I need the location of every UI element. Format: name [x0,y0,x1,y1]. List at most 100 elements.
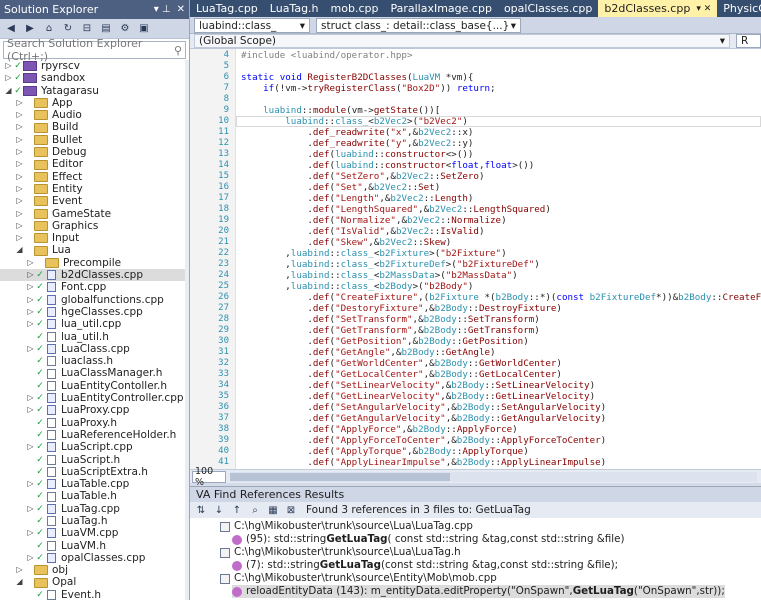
collapsed-arrow-icon[interactable]: ▷ [15,134,24,146]
code-line[interactable]: .def("GetPosition",&b2Body::GetPosition) [241,336,528,347]
expanded-arrow-icon[interactable]: ◢ [15,576,24,588]
code-line[interactable]: .def("GetAngle",&b2Body::GetAngle) [241,347,495,358]
code-line[interactable]: .def("LengthSquared",&b2Vec2::LengthSqua… [241,204,551,215]
va-result-reference[interactable]: (95): std::string GetLuaTag( const std::… [232,533,625,546]
code-line[interactable]: .def("SetLinearVelocity",&b2Body::SetLin… [241,380,595,391]
code-line[interactable]: .def("GetLinearVelocity",&b2Body::GetLin… [241,391,595,402]
code-line[interactable]: .def("Length",&b2Vec2::Length) [241,193,473,204]
tree-item[interactable]: ▷ ✓ sandbox [0,72,186,84]
tree-item[interactable]: ✓ LuaEntityContoller.h [0,380,186,392]
tree-item[interactable]: ▷ ✓ LuaTag.cpp [0,503,186,515]
tree-item[interactable]: ✓ LuaScriptExtra.h [0,466,186,478]
code-line[interactable]: .def("DestoryFixture",&b2Body::DestroyFi… [241,303,562,314]
tree-item[interactable]: ✓ LuaProxy.h [0,417,186,429]
collapsed-arrow-icon[interactable]: ▷ [26,404,35,416]
tree-item[interactable]: ▷ Entity [0,183,186,195]
tree-item[interactable]: ▷ Effect [0,171,186,183]
tree-item[interactable]: ✓ LuaTable.h [0,490,186,502]
collapsed-arrow-icon[interactable]: ▷ [26,503,35,515]
tree-item[interactable]: ▷ ✓ LuaTable.cpp [0,478,186,490]
code-line[interactable]: .def(luabind::constructor<float,float>()… [241,160,534,171]
tree-item[interactable]: ▷ GameState [0,208,186,220]
collapsed-arrow-icon[interactable]: ▷ [15,109,24,121]
code-line[interactable]: .def("GetWorldCenter",&b2Body::GetWorldC… [241,358,562,369]
tree-item[interactable]: ▷ ✓ globalfunctions.cpp [0,294,186,306]
va-result-reference[interactable]: (7): std::string GetLuaTag (const std::st… [232,559,618,572]
code-line[interactable]: .def("GetLocalCenter",&b2Body::GetLocalC… [241,369,562,380]
close-tab-icon[interactable]: ▾ ✕ [696,4,711,14]
expanded-arrow-icon[interactable]: ◢ [15,244,24,256]
va-result-file[interactable]: C:\hg\Mikobuster\trunk\source\Entity\Mob… [220,572,497,585]
tree-item[interactable]: ▷ ✓ opalClasses.cpp [0,552,186,564]
close-icon[interactable]: ✕ [177,4,185,15]
pin-icon[interactable]: ▾ ⊥ [154,4,171,15]
tree-item[interactable]: ▷ App [0,97,186,109]
code-line[interactable]: ,luabind::class_<b2Fixture>("b2Fixture") [241,248,506,259]
tree-item[interactable]: ✓ luaclass.h [0,355,186,367]
collapsed-arrow-icon[interactable]: ▷ [4,60,13,72]
code-line[interactable]: .def("ApplyTorque",&b2Body::ApplyTorque) [241,446,528,457]
code-line[interactable]: ,luabind::class_<b2FixtureDef>("b2Fixtur… [241,259,540,270]
tree-item[interactable]: ✓ LuaVM.h [0,540,186,552]
tree-item[interactable]: ▷ ✓ LuaScript.cpp [0,441,186,453]
tree-item[interactable]: ▷ ✓ LuaClass.cpp [0,343,186,355]
collapsed-arrow-icon[interactable]: ▷ [26,552,35,564]
document-tab[interactable]: LuaTag.h [264,0,325,17]
code-line[interactable]: .def("SetZero",&b2Vec2::SetZero) [241,171,484,182]
tree-item[interactable]: ▷ ✓ LuaProxy.cpp [0,404,186,416]
collapsed-arrow-icon[interactable]: ▷ [26,318,35,330]
va-result-reference[interactable]: reloadEntityData (143): m_entityData.edi… [232,585,725,598]
code-line[interactable]: ,luabind::class_<b2Body>("b2Body") [241,281,473,292]
tree-item[interactable]: ▷ ✓ rpyrscv [0,60,186,72]
tree-item[interactable]: ▷ Debug [0,146,186,158]
va-result-file[interactable]: C:\hg\Mikobuster\trunk\source\Lua\LuaTag… [220,520,473,533]
collapsed-arrow-icon[interactable]: ▷ [15,232,24,244]
next-reference-icon[interactable]: ↓ [212,503,226,517]
forward-icon[interactable]: ▶ [23,22,37,36]
expanded-arrow-icon[interactable]: ◢ [4,85,13,97]
tree-item[interactable]: ✓ Event.h [0,589,186,600]
collapse-all-icon[interactable]: ⊟ [80,22,94,36]
solution-explorer-search[interactable]: Search Solution Explorer (Ctrl+;) ⚲ [3,37,186,63]
home-icon[interactable]: ⌂ [42,22,56,36]
code-line[interactable]: if(!vm->tryRegisterClass("Box2D")) retur… [241,83,495,94]
zoom-combo[interactable]: 100 % [192,466,226,488]
tree-item[interactable]: ▷ ✓ lua_util.cpp [0,318,186,330]
scope-combo[interactable]: struct class_: detail::class_base{...} ▾ [316,18,521,33]
document-tab[interactable]: b2dClasses.cpp ▾ ✕ [598,0,718,17]
sync-icon[interactable]: ↻ [61,22,75,36]
tree-item[interactable]: ▷ ✓ b2dClasses.cpp [0,269,186,282]
tree-item[interactable]: ◢ Lua [0,244,186,256]
code-line[interactable]: .def("CreateFixture",(b2Fixture *(b2Body… [241,292,761,303]
tree-item[interactable]: ✓ LuaScript.h [0,454,186,466]
code-line[interactable]: .def("ApplyLinearImpulse",&b2Body::Apply… [241,457,606,468]
code-line[interactable]: .def("Normalize",&b2Vec2::Normalize) [241,215,506,226]
collapsed-arrow-icon[interactable]: ▷ [15,121,24,133]
collapsed-arrow-icon[interactable]: ▷ [26,478,35,490]
tree-item[interactable]: ▷ Precompile [0,257,186,269]
tree-item[interactable]: ▷ ✓ LuaVM.cpp [0,527,186,539]
tree-item[interactable]: ✓ LuaTag.h [0,515,186,527]
tree-item[interactable]: ▷ Editor [0,158,186,170]
code-line[interactable]: .def("Set",&b2Vec2::Set) [241,182,440,193]
tree-item[interactable]: ▷ ✓ Font.cpp [0,281,186,293]
collapsed-arrow-icon[interactable]: ▷ [15,195,24,207]
tree-item[interactable]: ▷ obj [0,564,186,576]
back-icon[interactable]: ◀ [4,22,18,36]
collapsed-arrow-icon[interactable]: ▷ [26,294,35,306]
code-line[interactable]: #include <luabind/operator.hpp> [241,50,412,61]
collapsed-arrow-icon[interactable]: ▷ [15,97,24,109]
code-line[interactable]: luabind::module(vm->getState())[ [241,105,440,116]
tree-item[interactable]: ▷ Input [0,232,186,244]
horizontal-scrollbar[interactable] [230,471,757,482]
scrollbar-thumb[interactable] [230,472,450,481]
collapsed-arrow-icon[interactable]: ▷ [26,257,35,269]
code-line[interactable]: .def("GetTransform",&b2Body::GetTransfor… [241,325,539,336]
properties-icon[interactable]: ⚙ [118,22,132,36]
collapsed-arrow-icon[interactable]: ▷ [26,527,35,539]
code-line[interactable]: .def("ApplyForceToCenter",&b2Body::Apply… [241,435,606,446]
clear-icon[interactable]: ⊠ [284,503,298,517]
collapsed-arrow-icon[interactable]: ▷ [15,171,24,183]
tree-item[interactable]: ▷ Audio [0,109,186,121]
code-line[interactable]: .def(luabind::constructor<>()) [241,149,473,160]
